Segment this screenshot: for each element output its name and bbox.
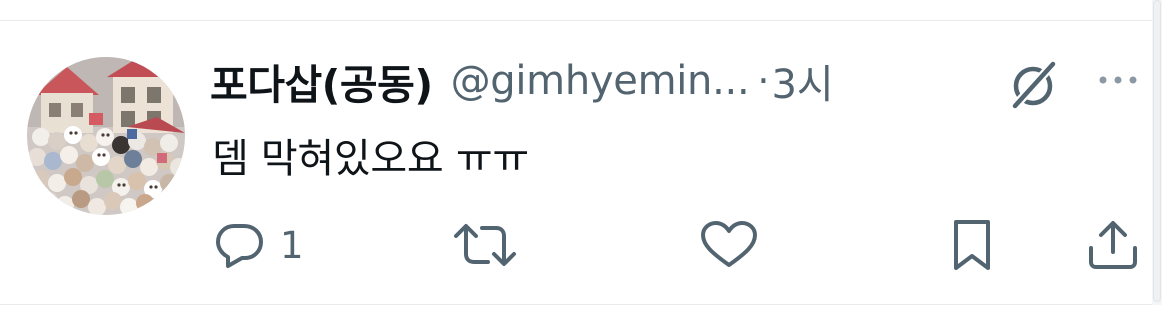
share-icon: [1089, 221, 1137, 269]
bottom-divider: [0, 304, 1152, 305]
retweet-button[interactable]: [452, 218, 518, 272]
tweet-time[interactable]: 3시: [771, 52, 833, 110]
tweet-text: 뎀 막혀있오요 ㅠㅠ: [212, 136, 529, 182]
reply-icon: [216, 224, 263, 268]
scrollbar[interactable]: [1152, 0, 1162, 305]
scrollbar-thumb[interactable]: [1153, 0, 1161, 302]
top-divider: [0, 20, 1152, 21]
retweet-icon: [454, 224, 516, 266]
user-handle[interactable]: @gimhyemin...: [451, 58, 750, 104]
more-icon[interactable]: [1094, 66, 1142, 96]
bookmark-button[interactable]: [948, 218, 996, 272]
display-name[interactable]: 포다삽(공동): [210, 51, 433, 111]
tweet-header: 포다삽(공동) @gimhyemin... · 3시: [210, 52, 834, 110]
reply-button[interactable]: 1: [214, 218, 304, 272]
avatar[interactable]: [27, 57, 185, 215]
like-button[interactable]: [700, 218, 758, 272]
grok-icon[interactable]: [1004, 56, 1062, 114]
like-icon: [701, 221, 757, 267]
reply-count: 1: [280, 223, 304, 267]
bookmark-icon: [954, 220, 990, 270]
separator-dot: ·: [757, 59, 770, 103]
share-button[interactable]: [1086, 218, 1140, 272]
tweet-page: 포다삽(공동) @gimhyemin... · 3시 뎀 막혀있오요 ㅠㅠ 1: [0, 0, 1170, 313]
